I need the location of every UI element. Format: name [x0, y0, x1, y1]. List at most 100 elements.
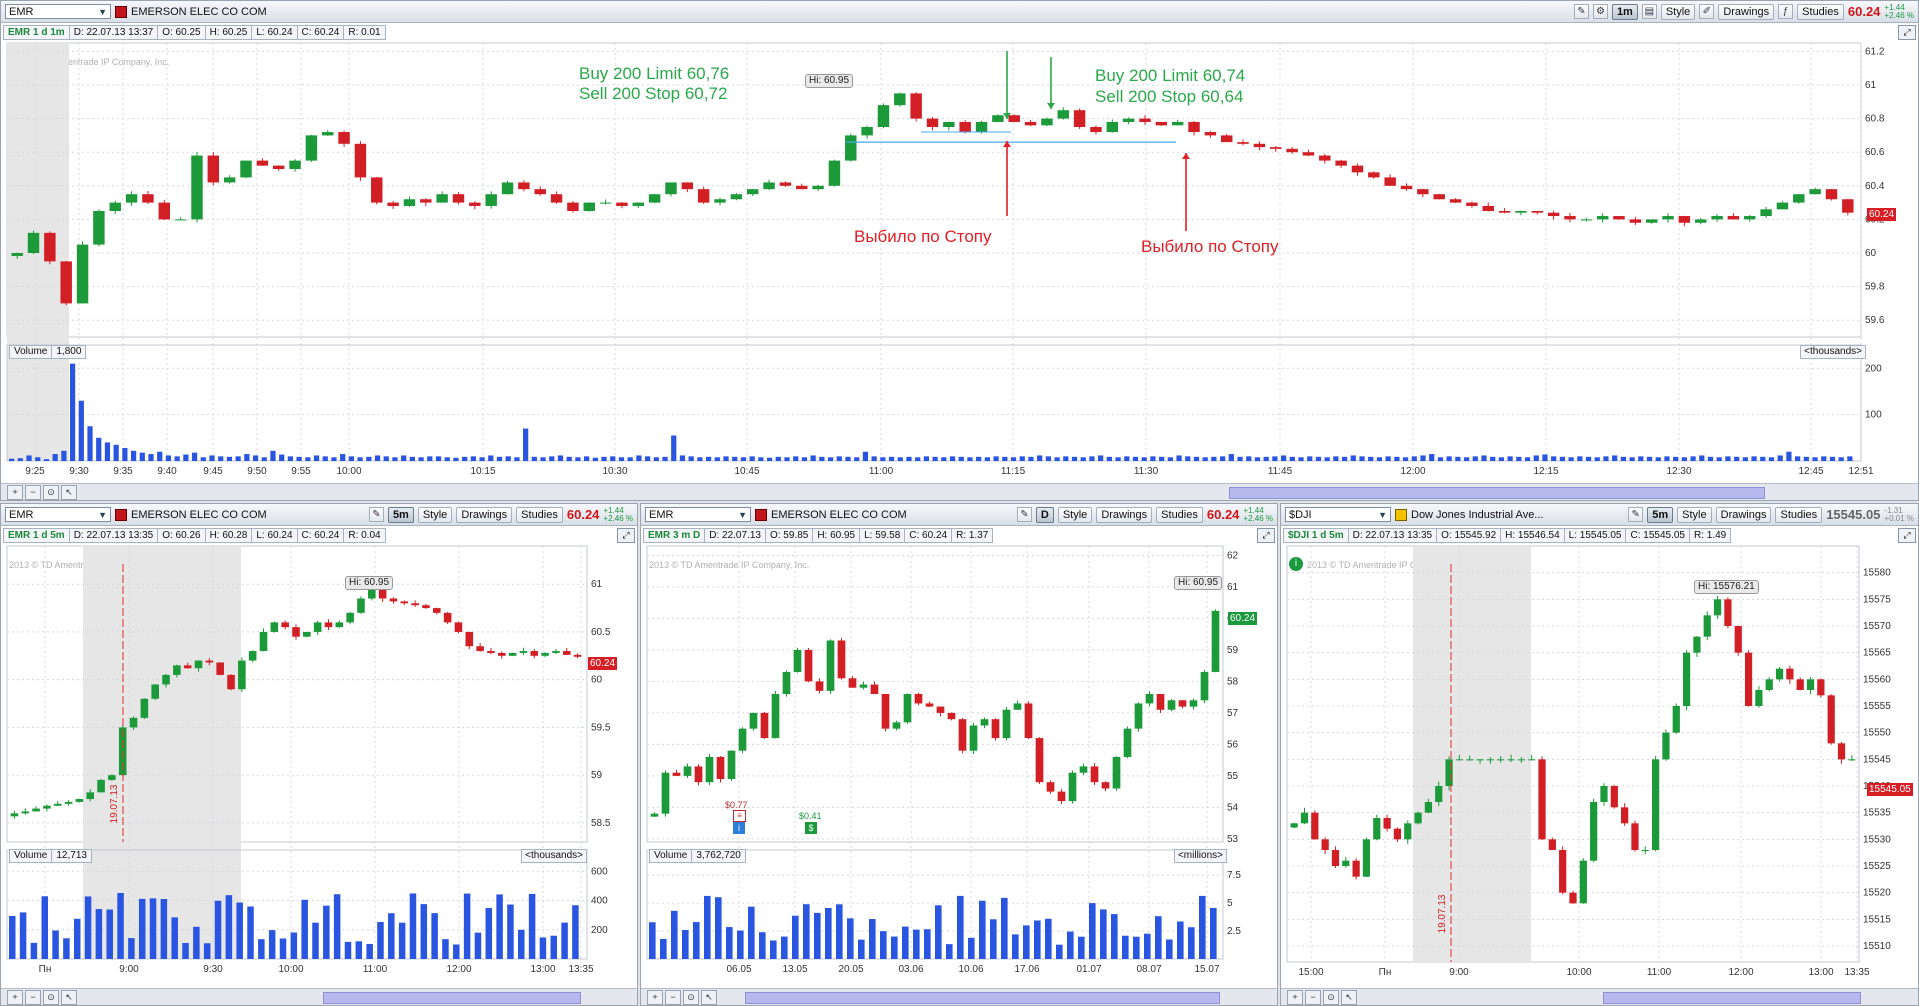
scroll-thumb[interactable] — [323, 992, 581, 1004]
timeframe-button[interactable]: 5m — [387, 506, 414, 523]
chevron-down-icon[interactable]: ▼ — [98, 510, 107, 520]
emr5-price-chart[interactable]: 58.5 59 59.5 60 60.5 61 Пн 9:00 9:30 10:00 11:00 12… — [1, 544, 638, 990]
pointer-icon[interactable]: ↖ — [1341, 990, 1357, 1005]
volume-bar — [715, 897, 722, 959]
symbol-input[interactable]: EMR ▼ — [5, 4, 111, 19]
maximize-icon[interactable]: ⤢ — [1257, 528, 1275, 543]
chevron-down-icon[interactable]: ▼ — [98, 7, 107, 17]
candle-body — [870, 684, 879, 694]
info-icon[interactable]: i — [733, 822, 745, 834]
drawings-button[interactable]: Drawings — [456, 506, 513, 523]
timeframe-button[interactable]: D — [1035, 506, 1054, 523]
volume-bar — [1559, 456, 1566, 461]
last-price: 15545.05 — [1826, 507, 1881, 522]
symbol-input[interactable]: EMR ▼ — [5, 507, 111, 522]
drawings-button[interactable]: Drawings — [1715, 506, 1772, 523]
candle-body — [1621, 807, 1629, 824]
candle-body — [1678, 216, 1691, 223]
chevron-down-icon[interactable]: ▼ — [738, 510, 747, 520]
style-button[interactable]: Style — [1057, 506, 1093, 523]
style-button[interactable]: Style — [1677, 506, 1712, 523]
wrench-icon[interactable]: ✎ — [1573, 4, 1589, 19]
volume-bar — [1307, 456, 1313, 461]
volume-bar — [1760, 456, 1766, 461]
symbol-input[interactable]: EMR ▼ — [645, 507, 751, 522]
candle-body — [454, 622, 463, 632]
volume-bar — [268, 930, 276, 959]
drawings-icon[interactable]: ✐ — [1699, 4, 1715, 19]
x-tick-label: 01.07 — [1076, 964, 1101, 975]
main-price-chart[interactable]: 59.659.86060.260.460.660.86161.29:259:30… — [1, 41, 1919, 501]
emr5-scrollbar[interactable]: + − ⊙ ↖ — [1, 988, 637, 1005]
candle-body — [129, 717, 138, 728]
studies-button[interactable]: Studies — [1156, 506, 1203, 523]
scroll-thumb[interactable] — [1603, 992, 1861, 1004]
volume-bar — [1368, 456, 1374, 461]
zoom-fit-icon[interactable]: ⊙ — [43, 990, 59, 1005]
candle-body — [1755, 690, 1763, 706]
info-low: L: 59.58 — [859, 528, 906, 543]
maximize-icon[interactable]: ⤢ — [1898, 528, 1916, 543]
zoom-out-icon[interactable]: − — [1305, 990, 1321, 1005]
symbol-input[interactable]: $DJI ▼ — [1285, 507, 1391, 522]
timeframe-button[interactable]: 5m — [1647, 506, 1674, 523]
main-scrollbar[interactable]: + − ⊙ ↖ — [1, 483, 1918, 500]
studies-button[interactable]: Studies — [516, 506, 563, 523]
pointer-icon[interactable]: ↖ — [61, 485, 77, 500]
dividend-icon[interactable]: $ — [805, 822, 817, 834]
emr3m-price-chart[interactable]: 5354555657585960616206.0513.0520.0503.06… — [641, 544, 1278, 990]
earnings-icon[interactable]: ≡ — [733, 810, 746, 822]
volume-bar — [1133, 936, 1140, 959]
zoom-out-icon[interactable]: − — [25, 485, 41, 500]
scroll-thumb[interactable] — [1229, 487, 1765, 499]
volume-bar — [932, 456, 938, 461]
zoom-fit-icon[interactable]: ⊙ — [43, 485, 59, 500]
zoom-out-icon[interactable]: − — [25, 990, 41, 1005]
candle-body — [1837, 743, 1846, 760]
chevron-down-icon[interactable]: ▼ — [1378, 510, 1387, 520]
info-high: H: 60.95 — [812, 528, 861, 543]
emr3m-scrollbar[interactable]: + − ⊙ ↖ — [641, 988, 1277, 1005]
zoom-out-icon[interactable]: − — [665, 990, 681, 1005]
volume-bar — [1577, 456, 1583, 461]
volume-bar — [453, 457, 459, 461]
wrench-icon[interactable]: ✎ — [368, 507, 384, 522]
volume-bar — [1159, 456, 1165, 461]
pointer-icon[interactable]: ↖ — [61, 990, 77, 1005]
dji-scrollbar[interactable]: + − ⊙ ↖ — [1281, 988, 1918, 1005]
drawings-button[interactable]: Drawings — [1718, 3, 1775, 20]
volume-bar — [279, 938, 287, 959]
zoom-fit-icon[interactable]: ⊙ — [1323, 990, 1339, 1005]
wrench-icon[interactable]: ✎ — [1016, 507, 1032, 522]
zoom-in-icon[interactable]: + — [7, 485, 23, 500]
x-tick-label: 20.05 — [838, 964, 863, 975]
candle-body — [573, 654, 582, 657]
studies-button[interactable]: Studies — [1775, 506, 1823, 523]
wrench-icon[interactable]: ✎ — [1628, 507, 1644, 522]
studies-icon[interactable]: ƒ — [1778, 4, 1794, 19]
zoom-fit-icon[interactable]: ⊙ — [683, 990, 699, 1005]
maximize-icon[interactable]: ⤢ — [617, 528, 635, 543]
zoom-in-icon[interactable]: + — [7, 990, 23, 1005]
zoom-in-icon[interactable]: + — [647, 990, 663, 1005]
dji-price-chart[interactable]: 1551015515155201552515530155351554015545… — [1281, 544, 1919, 990]
drawings-button[interactable]: Drawings — [1096, 506, 1153, 523]
volume-bar — [35, 457, 41, 461]
maximize-icon[interactable]: ⤢ — [1898, 25, 1916, 40]
zoom-in-icon[interactable]: + — [1287, 990, 1303, 1005]
candle-body — [1596, 216, 1609, 220]
scroll-thumb[interactable] — [745, 992, 1220, 1004]
x-tick-label: 10:45 — [734, 466, 759, 477]
candle-body — [240, 160, 252, 178]
candle-body — [1139, 118, 1151, 122]
pointer-icon[interactable]: ↖ — [701, 990, 717, 1005]
link-icon[interactable]: ⚙ — [1592, 4, 1608, 19]
style-button[interactable]: Style — [1660, 3, 1696, 20]
candle-body — [1404, 823, 1412, 840]
candle-body — [936, 706, 945, 713]
x-tick-label: 11:15 — [1001, 466, 1026, 477]
style-button[interactable]: Style — [417, 506, 453, 523]
style-icon[interactable]: ▤ — [1641, 4, 1657, 19]
timeframe-button[interactable]: 1m — [1611, 3, 1638, 20]
studies-button[interactable]: Studies — [1797, 3, 1844, 20]
